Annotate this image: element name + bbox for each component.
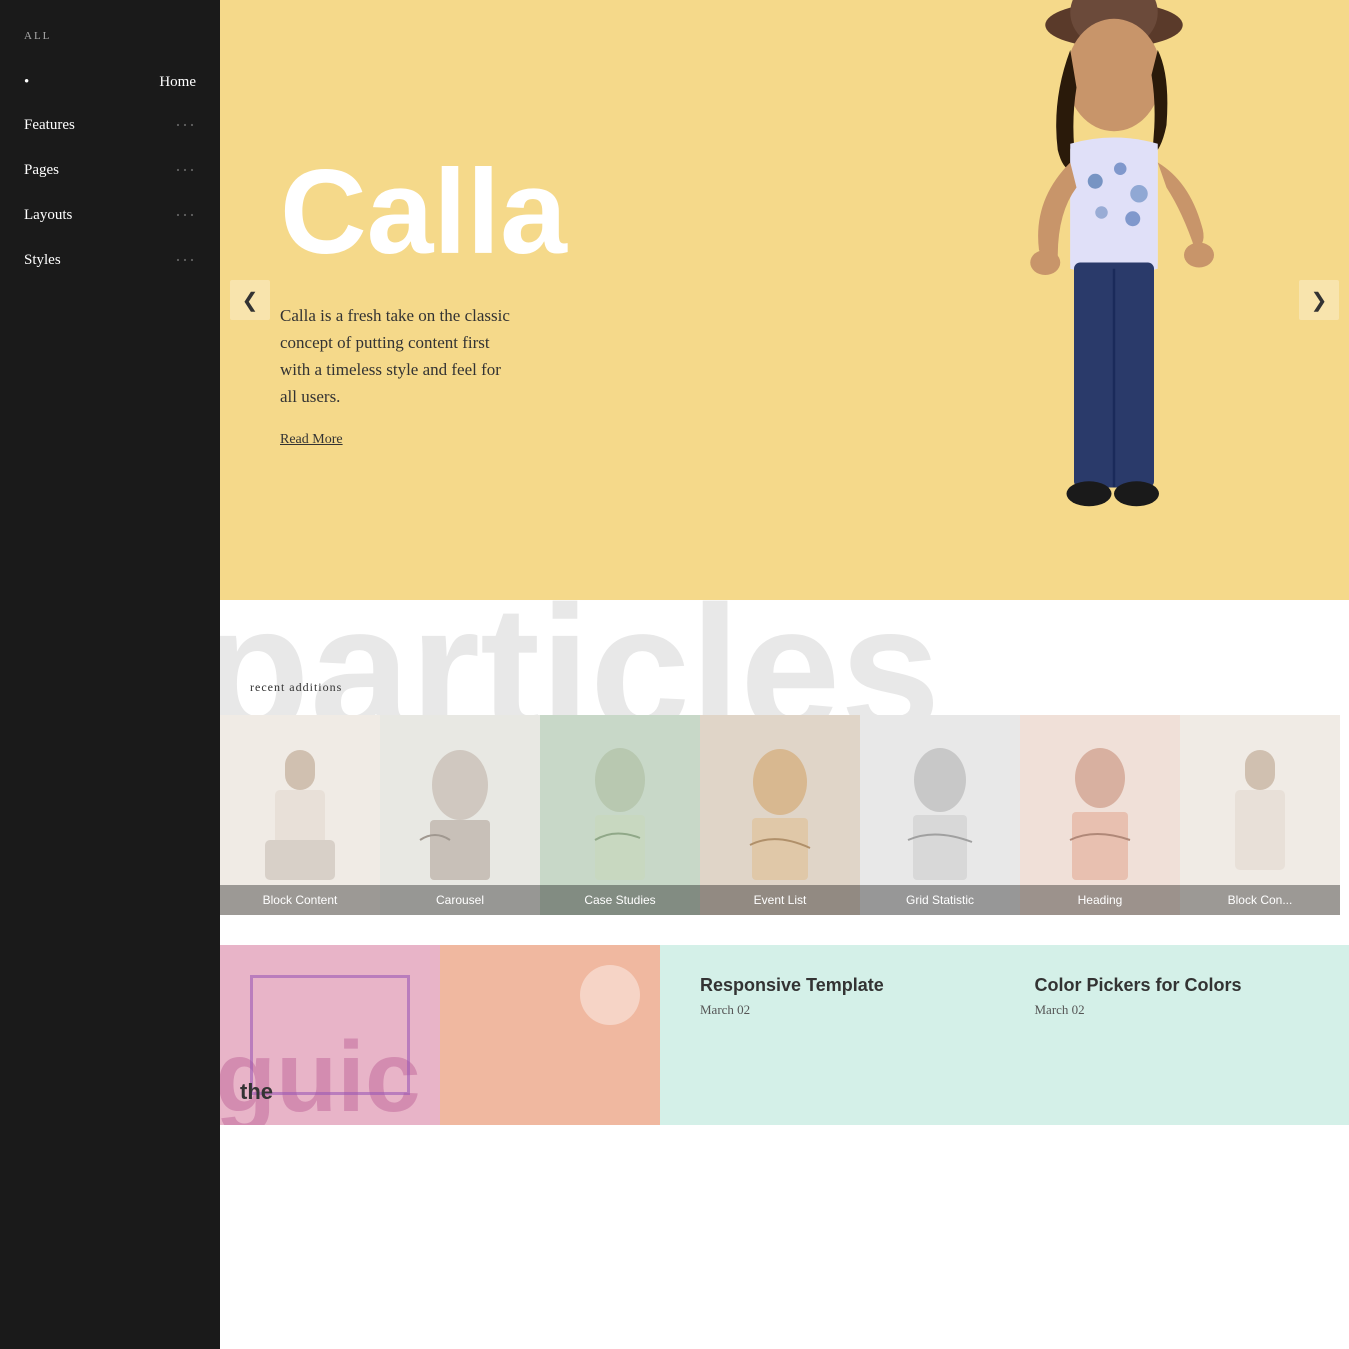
bottom-entry-1: Responsive Template March 02 xyxy=(700,975,975,1095)
card-7-illustration xyxy=(1200,740,1320,890)
card-4-illustration xyxy=(720,740,840,890)
card-carousel[interactable]: Carousel xyxy=(380,715,540,915)
sidebar-styles-label: Styles xyxy=(24,252,61,269)
bottom-center-peach xyxy=(440,945,660,1125)
card-event-list[interactable]: Event List xyxy=(700,715,860,915)
the-text: the xyxy=(240,1079,273,1105)
sidebar-item-layouts[interactable]: Layouts ··· xyxy=(0,193,220,238)
chevron-right-icon: ❯ xyxy=(1311,288,1328,313)
hero-content: Calla Calla is a fresh take on the class… xyxy=(220,92,627,509)
hero-image xyxy=(939,0,1289,600)
hero-title: Calla xyxy=(280,152,567,272)
sidebar-pages-dots[interactable]: ··· xyxy=(175,160,196,181)
card-block-content-2[interactable]: Block Con... xyxy=(1180,715,1340,915)
entry-1-title: Responsive Template xyxy=(700,975,975,996)
card-1-label: Block Content xyxy=(220,885,380,915)
sidebar-features-label: Features xyxy=(24,117,75,134)
sidebar-all-label: ALL xyxy=(0,20,220,62)
hero-description: Calla is a fresh take on the classic con… xyxy=(280,302,520,411)
sidebar-styles-dots[interactable]: ··· xyxy=(175,250,196,271)
card-6-illustration xyxy=(1040,740,1160,890)
card-3-label: Case Studies xyxy=(540,885,700,915)
hero-section: Calla Calla is a fresh take on the class… xyxy=(220,0,1349,600)
carousel-prev-button[interactable]: ❮ xyxy=(230,280,270,320)
main-content: Calla Calla is a fresh take on the class… xyxy=(220,0,1349,1125)
read-more-link[interactable]: Read More xyxy=(280,432,343,448)
card-7-label: Block Con... xyxy=(1180,885,1340,915)
card-6-label: Heading xyxy=(1020,885,1180,915)
bottom-section: guic the Responsive Template March 02 Co… xyxy=(220,945,1349,1125)
sidebar-features-dots[interactable]: ··· xyxy=(175,115,196,136)
sidebar: ALL Home Features ··· Pages ··· Layouts … xyxy=(0,0,220,1349)
card-case-studies[interactable]: Case Studies xyxy=(540,715,700,915)
card-heading[interactable]: Heading xyxy=(1020,715,1180,915)
fashion-illustration xyxy=(939,0,1289,600)
recent-additions-label: recent additions xyxy=(220,620,1349,715)
sidebar-layouts-dots[interactable]: ··· xyxy=(175,205,196,226)
card-1-illustration xyxy=(240,740,360,890)
card-5-illustration xyxy=(880,740,1000,890)
sidebar-item-pages[interactable]: Pages ··· xyxy=(0,148,220,193)
card-3-illustration xyxy=(560,740,680,890)
chevron-left-icon: ❮ xyxy=(242,288,259,313)
sidebar-home-label: Home xyxy=(159,74,196,91)
sidebar-item-features[interactable]: Features ··· xyxy=(0,103,220,148)
bottom-left-pink: guic the xyxy=(220,945,440,1125)
entry-2-title: Color Pickers for Colors xyxy=(1035,975,1310,996)
entry-1-date: March 02 xyxy=(700,1002,975,1018)
cards-grid: Block Content Carousel xyxy=(220,715,1349,935)
sidebar-pages-label: Pages xyxy=(24,162,59,179)
card-2-label: Carousel xyxy=(380,885,540,915)
sidebar-item-styles[interactable]: Styles ··· xyxy=(0,238,220,283)
card-2-illustration xyxy=(400,740,520,890)
sidebar-item-home[interactable]: Home xyxy=(0,62,220,103)
carousel-next-button[interactable]: ❯ xyxy=(1299,280,1339,320)
entry-2-date: March 02 xyxy=(1035,1002,1310,1018)
card-grid-statistic[interactable]: Grid Statistic xyxy=(860,715,1020,915)
center-circle-decoration xyxy=(580,965,640,1025)
sidebar-layouts-label: Layouts xyxy=(24,207,72,224)
card-block-content[interactable]: Block Content xyxy=(220,715,380,915)
card-5-label: Grid Statistic xyxy=(860,885,1020,915)
purple-outline-decoration xyxy=(250,975,410,1095)
particles-section: particles recent additions Block Content xyxy=(220,600,1349,945)
bottom-entry-2: Color Pickers for Colors March 02 xyxy=(1035,975,1310,1095)
bottom-right-content: Responsive Template March 02 Color Picke… xyxy=(660,945,1349,1125)
card-4-label: Event List xyxy=(700,885,860,915)
